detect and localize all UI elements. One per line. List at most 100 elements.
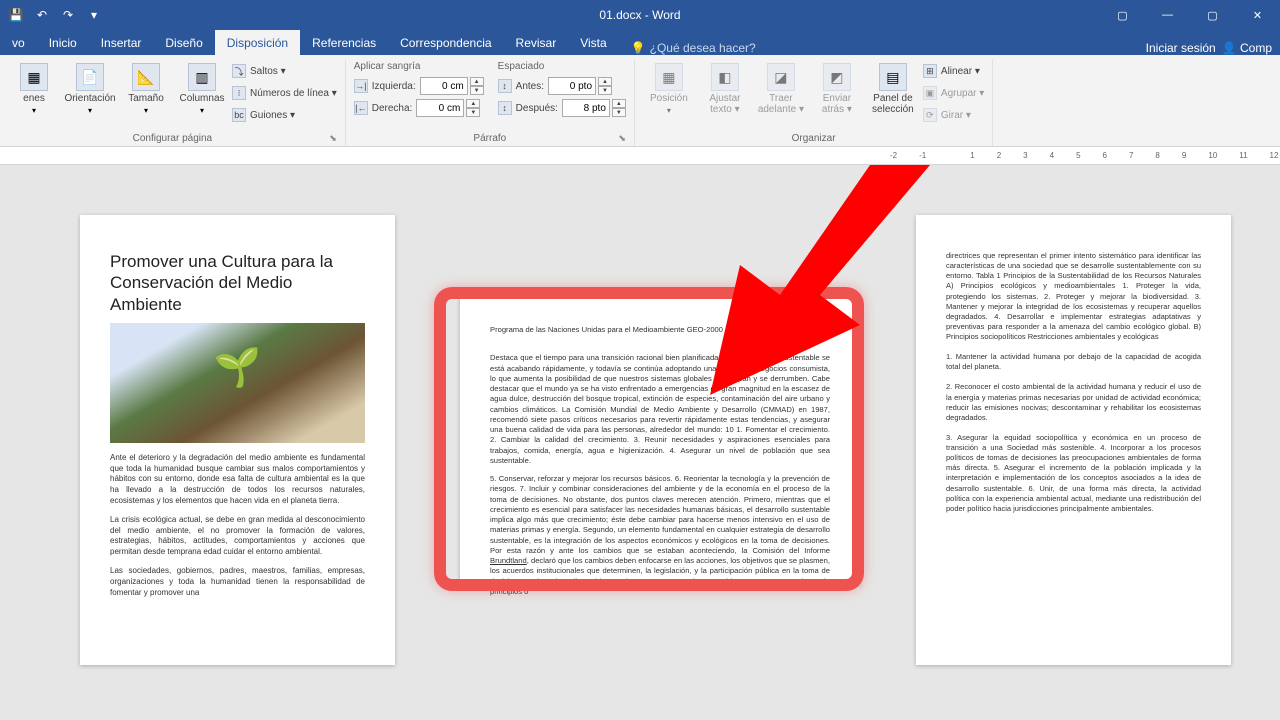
tab-referencias[interactable]: Referencias [300, 30, 388, 55]
minimize-icon[interactable]: — [1145, 0, 1190, 30]
align-button[interactable]: ⊞Alinear ▾ [923, 61, 984, 81]
ribbon: ▦enes▾ 📄Orientación▾ 📐Tamaño▾ ▥Columnas▾… [0, 55, 1280, 147]
send-backward-button[interactable]: ◩Enviar atrás ▾ [811, 61, 863, 117]
page-2[interactable]: Programa de las Naciones Unidas para el … [460, 295, 860, 585]
size-icon: 📐 [132, 63, 160, 91]
spin-up-icon[interactable]: ▲ [612, 99, 626, 108]
document-title: 01.docx - Word [599, 8, 680, 22]
arrange-label: Organizar [643, 131, 984, 146]
paragraph-launcher-icon[interactable]: ⬊ [618, 133, 626, 144]
tell-me-label: ¿Qué desea hacer? [650, 41, 756, 55]
ribbon-tabs: vo Inicio Insertar Diseño Disposición Re… [0, 30, 1280, 55]
indent-right-label: Derecha: [372, 103, 413, 114]
wrap-text-button[interactable]: ◧Ajustar texto ▾ [699, 61, 751, 117]
spacing-before-label: Antes: [516, 81, 544, 92]
backward-icon: ◩ [823, 63, 851, 91]
page-3[interactable]: directrices que representan el primer in… [916, 215, 1231, 665]
redo-icon[interactable]: ↷ [60, 7, 76, 23]
size-button[interactable]: 📐Tamaño▾ [120, 61, 172, 117]
indent-left-label: Izquierda: [372, 81, 416, 92]
columns-icon: ▥ [188, 63, 216, 91]
tab-archivo[interactable]: vo [0, 30, 37, 55]
spin-up-icon[interactable]: ▲ [470, 77, 484, 86]
indent-right-input[interactable] [416, 99, 464, 117]
page1-p3: Las sociedades, gobiernos, padres, maest… [110, 566, 365, 598]
brundtland-link[interactable]: Brundtland [490, 556, 527, 565]
page3-p4: 3. Asegurar la equidad sociopolítica y e… [946, 433, 1201, 514]
tab-correspondencia[interactable]: Correspondencia [388, 30, 503, 55]
selection-pane-icon: ▤ [879, 63, 907, 91]
group-arrange: ▦Posición▾ ◧Ajustar texto ▾ ◪Traer adela… [635, 59, 993, 146]
page3-p1: directrices que representan el primer in… [946, 251, 1201, 342]
share-button[interactable]: 👤 Comp [1222, 41, 1272, 55]
indent-left-input[interactable] [420, 77, 468, 95]
spin-up-icon[interactable]: ▲ [598, 77, 612, 86]
spacing-after-input[interactable] [562, 99, 610, 117]
spin-down-icon[interactable]: ▼ [598, 86, 612, 95]
paragraph-label: Párrafo⬊ [354, 131, 626, 146]
window-controls: ▢ — ▢ ✕ [1100, 0, 1280, 30]
columns-button[interactable]: ▥Columnas▾ [176, 61, 228, 117]
hyphenation-button[interactable]: bcGuiones ▾ [232, 105, 337, 125]
qat-customize-icon[interactable]: ▾ [86, 7, 102, 23]
page3-p3: 2. Reconocer el costo ambiental de la ac… [946, 382, 1201, 423]
page-1[interactable]: Promover una Cultura para la Conservació… [80, 215, 395, 665]
align-icon: ⊞ [923, 64, 937, 78]
spacing-heading: Espaciado [498, 61, 626, 72]
spacing-before-icon: ↕ [498, 79, 512, 93]
page1-p2: La crisis ecológica actual, se debe en g… [110, 515, 365, 558]
page2-p1: Programa de las Naciones Unidas para el … [490, 325, 830, 335]
spin-down-icon[interactable]: ▼ [470, 86, 484, 95]
title-bar: 💾 ↶ ↷ ▾ 01.docx - Word ▢ — ▢ ✕ [0, 0, 1280, 30]
page1-title: Promover una Cultura para la Conservació… [110, 251, 365, 315]
page2-p2: Destaca que el tiempo para una transició… [490, 353, 830, 466]
rotate-button[interactable]: ⟳Girar ▾ [923, 105, 984, 125]
rotate-icon: ⟳ [923, 108, 937, 122]
indent-right-icon: |← [354, 101, 368, 115]
bring-forward-button[interactable]: ◪Traer adelante ▾ [755, 61, 807, 117]
tab-revisar[interactable]: Revisar [504, 30, 569, 55]
selection-pane-button[interactable]: ▤Panel de selección [867, 61, 919, 117]
maximize-icon[interactable]: ▢ [1190, 0, 1235, 30]
spin-down-icon[interactable]: ▼ [466, 108, 480, 117]
hyphenation-icon: bc [232, 108, 246, 122]
page-setup-launcher-icon[interactable]: ⬊ [329, 133, 337, 144]
spin-down-icon[interactable]: ▼ [612, 108, 626, 117]
page1-p1: Ante el deterioro y la degradación del m… [110, 453, 365, 507]
spacing-before-input[interactable] [548, 77, 596, 95]
position-button[interactable]: ▦Posición▾ [643, 61, 695, 117]
group-paragraph: Aplicar sangría →|Izquierda: ▲▼ |←Derech… [346, 59, 635, 146]
tell-me-search[interactable]: 💡 ¿Qué desea hacer? [631, 41, 756, 55]
tab-inicio[interactable]: Inicio [37, 30, 89, 55]
margins-icon: ▦ [20, 63, 48, 91]
close-icon[interactable]: ✕ [1235, 0, 1280, 30]
tab-vista[interactable]: Vista [568, 30, 618, 55]
tab-disposicion[interactable]: Disposición [215, 30, 300, 55]
undo-icon[interactable]: ↶ [34, 7, 50, 23]
quick-access-toolbar: 💾 ↶ ↷ ▾ [0, 7, 102, 23]
wrap-icon: ◧ [711, 63, 739, 91]
indent-left-icon: →| [354, 79, 368, 93]
tab-insertar[interactable]: Insertar [89, 30, 154, 55]
page-setup-label: Configurar página⬊ [8, 131, 337, 146]
indent-heading: Aplicar sangría [354, 61, 484, 72]
sign-in-link[interactable]: Iniciar sesión [1146, 41, 1216, 55]
breaks-icon: ⤵ [232, 64, 246, 78]
ribbon-display-icon[interactable]: ▢ [1100, 0, 1145, 30]
spin-up-icon[interactable]: ▲ [466, 99, 480, 108]
tab-diseno[interactable]: Diseño [153, 30, 214, 55]
page1-image[interactable] [110, 323, 365, 443]
page2-p3: 5. Conservar, reforzar y mejorar los rec… [490, 474, 830, 597]
document-canvas[interactable]: Promover una Cultura para la Conservació… [0, 165, 1280, 720]
group-button[interactable]: ▣Agrupar ▾ [923, 83, 984, 103]
position-icon: ▦ [655, 63, 683, 91]
horizontal-ruler[interactable]: -2-112345678910111213141516 [0, 147, 1280, 165]
line-numbers-button[interactable]: ⁝Números de línea ▾ [232, 83, 337, 103]
breaks-button[interactable]: ⤵Saltos ▾ [232, 61, 337, 81]
margins-button[interactable]: ▦enes▾ [8, 61, 60, 117]
sign-in-area: Iniciar sesión 👤 Comp [1146, 41, 1272, 55]
orientation-icon: 📄 [76, 63, 104, 91]
spacing-after-label: Después: [516, 103, 558, 114]
orientation-button[interactable]: 📄Orientación▾ [64, 61, 116, 117]
save-icon[interactable]: 💾 [8, 7, 24, 23]
